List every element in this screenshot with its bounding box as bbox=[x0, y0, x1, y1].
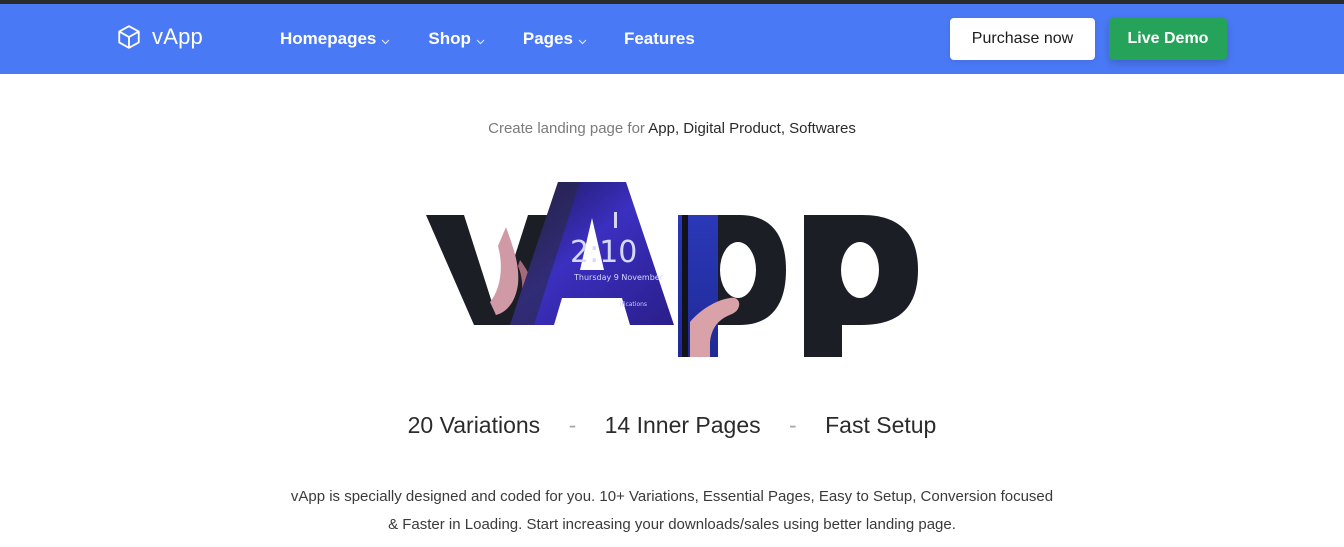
tagline-prefix: Create landing page for bbox=[488, 120, 645, 137]
nav-item-shop[interactable]: Shop bbox=[428, 28, 485, 50]
brand-logo[interactable]: vApp bbox=[116, 24, 203, 50]
nav-item-label: Features bbox=[623, 29, 695, 48]
screen-time: 2:10 bbox=[570, 235, 637, 270]
chevron-down-icon bbox=[381, 30, 390, 50]
nav-item-pages[interactable]: Pages bbox=[523, 28, 587, 50]
chevron-down-icon bbox=[476, 30, 485, 50]
stat-separator: - bbox=[568, 412, 577, 438]
hero-logo: 2:10 Thursday 9 November ifications bbox=[420, 172, 924, 367]
logo-letter-a: 2:10 Thursday 9 November ifications bbox=[510, 182, 674, 325]
logo-letter-p-second bbox=[804, 215, 918, 357]
nav-item-features[interactable]: Features bbox=[624, 28, 695, 50]
hero-tagline: Create landing page for App, Digital Pro… bbox=[0, 120, 1344, 137]
nav-item-label: Pages bbox=[522, 29, 573, 48]
screen-date: Thursday 9 November bbox=[573, 273, 664, 282]
screen-notice: ifications bbox=[620, 301, 647, 308]
purchase-now-button[interactable]: Purchase now bbox=[950, 18, 1095, 60]
cube-icon bbox=[116, 24, 142, 50]
description-line-1: vApp is specially designed and coded for… bbox=[290, 488, 1054, 505]
stat-inner-pages: 14 Inner Pages bbox=[604, 412, 761, 438]
stat-separator: - bbox=[789, 412, 797, 438]
brand-name: vApp bbox=[152, 24, 203, 49]
logo-letter-p-first bbox=[678, 215, 786, 357]
tagline-highlight: App, Digital Product, Softwares bbox=[648, 120, 856, 137]
stat-fast-setup: Fast Setup bbox=[825, 412, 937, 438]
feature-stats: 20 Variations - 14 Inner Pages - Fast Se… bbox=[0, 412, 1344, 439]
main-nav: Homepages Shop Pages Features bbox=[280, 28, 695, 50]
description-line-2: & Faster in Loading. Start increasing yo… bbox=[388, 516, 956, 533]
navbar: vApp Homepages Shop Pages Features Purch… bbox=[0, 4, 1344, 74]
nav-item-label: Homepages bbox=[280, 29, 377, 48]
chevron-down-icon bbox=[578, 30, 587, 50]
nav-item-homepages[interactable]: Homepages bbox=[280, 28, 390, 50]
nav-item-label: Shop bbox=[428, 29, 471, 48]
hero-description: vApp is specially designed and coded for… bbox=[250, 483, 1094, 539]
stat-variations: 20 Variations bbox=[407, 412, 541, 438]
live-demo-button[interactable]: Live Demo bbox=[1109, 18, 1227, 60]
